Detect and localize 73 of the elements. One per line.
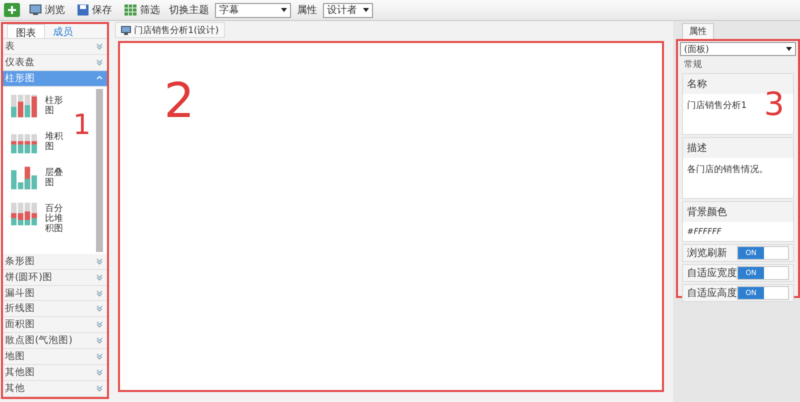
monitor-icon — [121, 26, 131, 34]
category-label: 饼(圆环)图 — [5, 270, 52, 284]
category-label: 其他 — [5, 382, 25, 395]
monitor-icon — [29, 4, 42, 16]
category-header[interactable]: 折线图 — [3, 301, 107, 318]
category-header[interactable]: 地图 — [3, 349, 107, 366]
expand-icon[interactable] — [96, 42, 103, 50]
category-label: 面积图 — [5, 318, 35, 332]
plus-icon — [7, 5, 17, 15]
annotation-number: 1 — [73, 108, 91, 141]
category-header[interactable]: 条形图 — [3, 254, 107, 270]
category-label: 柱形图 — [5, 72, 35, 85]
category-header[interactable]: 其他图 — [3, 365, 107, 381]
field-label: 背景颜色 — [683, 202, 793, 222]
toggle-label: 自适应宽度 — [687, 266, 737, 280]
object-select[interactable]: (面板) — [680, 42, 796, 56]
theme-select[interactable]: 字幕 — [215, 2, 291, 18]
save-icon — [77, 4, 89, 16]
expand-icon[interactable] — [96, 305, 103, 312]
category-label: 散点图(气泡图) — [5, 334, 72, 348]
category-header[interactable]: 表 — [3, 39, 107, 55]
category-header[interactable]: 仪表盘 — [3, 54, 107, 71]
scrollbar[interactable] — [96, 88, 103, 252]
document-tab[interactable]: 门店销售分析1(设计) — [115, 22, 225, 38]
field-label: 描述 — [683, 138, 793, 158]
field-value[interactable]: #FFFFFF — [687, 227, 722, 236]
category-header[interactable]: 面积图 — [3, 317, 107, 334]
bar-chart-icon — [9, 164, 39, 191]
section-header[interactable]: 常规 — [680, 58, 796, 71]
expand-icon[interactable] — [96, 258, 103, 265]
toggle-label: 浏览刷新 — [687, 246, 727, 260]
category-label: 表 — [5, 40, 15, 53]
expand-icon[interactable] — [96, 290, 103, 297]
field-value[interactable]: 门店销售分析1 — [687, 99, 747, 112]
category-header[interactable]: 散点图(气泡图) — [3, 333, 107, 350]
expand-icon[interactable] — [96, 321, 103, 328]
chart-type-label[interactable]: 百分比堆积图 — [45, 200, 64, 235]
category-label: 其他图 — [5, 366, 35, 380]
design-canvas[interactable]: 2 — [118, 41, 664, 392]
toolbar-button[interactable]: 浏览 — [26, 3, 68, 17]
theme-label: 切换主题 — [169, 4, 209, 17]
category-label: 仪表盘 — [5, 56, 35, 69]
chart-type-label[interactable]: 柱形图 — [45, 92, 64, 116]
chart-type-label[interactable]: 堆积图 — [45, 128, 64, 152]
expand-icon[interactable] — [96, 353, 103, 360]
category-header[interactable]: 其他 — [3, 381, 107, 397]
chart-type-label[interactable]: 层叠图 — [45, 164, 64, 188]
panel-tab[interactable]: 成员 — [45, 24, 81, 38]
toggle-label: 自适应高度 — [687, 286, 737, 300]
expand-icon[interactable] — [96, 58, 103, 66]
bar-chart-icon — [9, 92, 39, 119]
expand-icon[interactable] — [96, 384, 103, 392]
category-header[interactable]: 漏斗图 — [3, 286, 107, 302]
expand-icon[interactable] — [96, 369, 103, 376]
category-label: 条形图 — [5, 254, 35, 268]
panel-tab[interactable]: 图表 — [7, 24, 45, 38]
category-header[interactable]: 饼(圆环)图 — [3, 270, 107, 286]
role-select[interactable]: 设计者 — [323, 2, 373, 18]
bar-chart-icon — [9, 200, 39, 227]
annotation-number: 2 — [164, 73, 195, 129]
toolbar-button[interactable]: 保存 — [74, 3, 115, 17]
expand-icon[interactable] — [96, 274, 103, 281]
field-value[interactable]: 各门店的销售情况。 — [687, 163, 768, 176]
expand-icon[interactable] — [96, 337, 103, 344]
toolbar-button[interactable]: 筛选 — [121, 3, 163, 17]
add-button[interactable] — [4, 3, 20, 17]
category-label: 漏斗图 — [5, 286, 35, 300]
grid-icon — [124, 4, 137, 16]
category-label: 折线图 — [5, 302, 35, 316]
properties-label: 属性 — [297, 4, 317, 17]
category-label: 地图 — [5, 350, 25, 364]
collapse-icon[interactable] — [96, 74, 103, 82]
properties-tab[interactable]: 属性 — [682, 23, 714, 39]
